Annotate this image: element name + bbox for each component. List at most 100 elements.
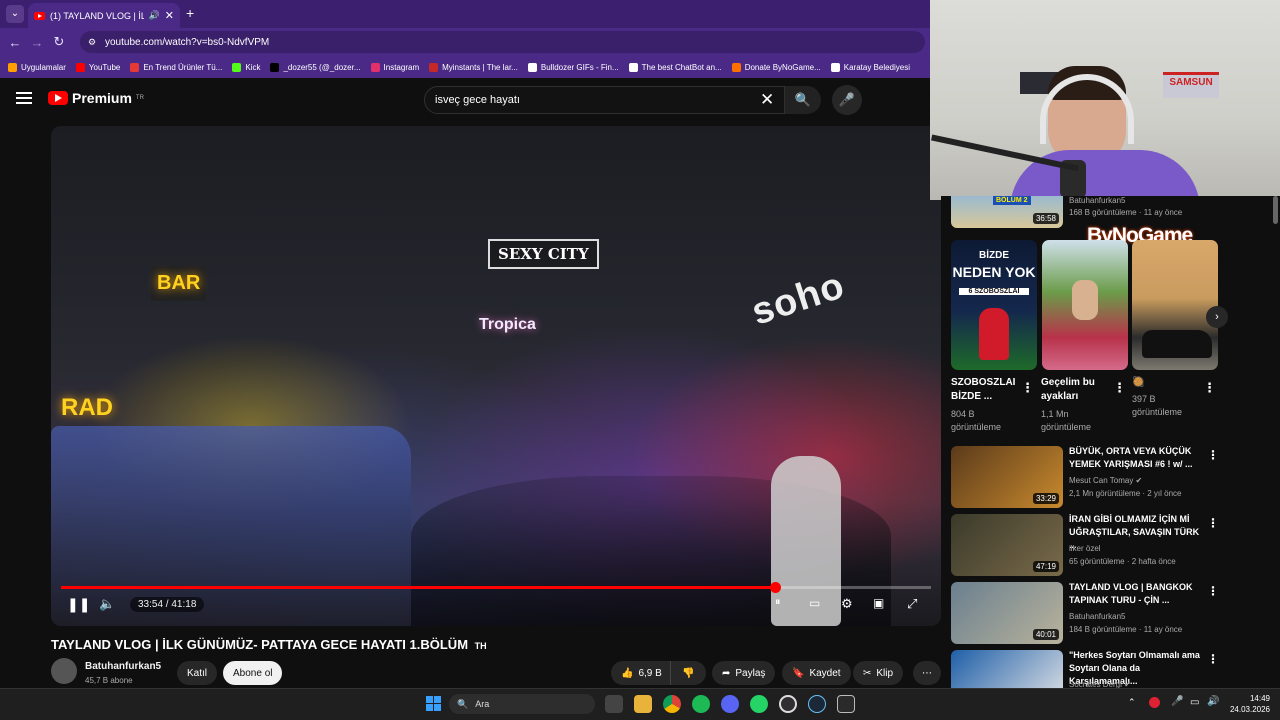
new-tab-plus-icon[interactable]: + [186, 5, 194, 21]
reload-icon[interactable]: ↻ [48, 34, 70, 50]
bookmark-item[interactable]: The best ChatBot an... [628, 62, 722, 72]
related-video-thumbnail[interactable]: BÖLÜM 2 36:58 [951, 196, 1063, 228]
subscribe-button[interactable]: Abone ol [223, 661, 283, 685]
tab-search-button[interactable]: ⌄ [6, 5, 24, 23]
more-dots-icon[interactable]: ⋮ [1207, 584, 1219, 598]
bookmark-item[interactable]: Myinstants | The lar... [429, 62, 518, 72]
volume-tray-icon[interactable]: 🔊 [1207, 696, 1219, 707]
like-button[interactable]: 👍 6,9 B [611, 661, 670, 685]
join-button[interactable]: Katıl [177, 661, 218, 685]
voice-search-mic-icon[interactable]: 🎤 [832, 85, 862, 115]
short-thumbnail-3[interactable] [1132, 240, 1218, 370]
bookmark-item[interactable]: Bulldozer GIFs - Fin... [527, 62, 619, 72]
url-field[interactable]: ⚙ youtube.com/watch?v=bs0-NdvfVPM [80, 31, 925, 53]
display-tray-icon[interactable]: ▭ [1190, 697, 1199, 708]
speaker-icon[interactable]: 🔊 [149, 10, 160, 21]
logo-text: Premium [72, 90, 132, 106]
chrome-icon[interactable] [663, 695, 681, 713]
short-title-2[interactable]: Geçelim bu ayakları [1041, 376, 1113, 404]
bookmark-item[interactable]: Kick [232, 62, 260, 72]
bookmark-favicon-icon [731, 62, 741, 72]
player-sign-tropica: Tropica [479, 316, 536, 333]
channel-name-text: Mesut Can Tomay [1069, 476, 1134, 485]
episode-badge: BÖLÜM 2 [993, 196, 1031, 205]
windows-start-icon[interactable] [426, 696, 441, 711]
short-thumbnail-2[interactable] [1042, 240, 1128, 370]
bookmark-item[interactable]: Karatay Belediyesi [830, 62, 910, 72]
related-video-thumbnail[interactable]: 47:19 [951, 514, 1063, 576]
related-video-thumbnail[interactable]: 40:01 [951, 582, 1063, 644]
whatsapp-icon[interactable] [750, 695, 768, 713]
progress-bar[interactable] [61, 586, 931, 589]
share-button[interactable]: ➦ Paylaş [712, 661, 776, 685]
more-dots-icon[interactable]: ⋮ [1207, 652, 1219, 666]
shorts-next-chevron-icon[interactable]: › [1206, 306, 1228, 328]
related-video-thumbnail[interactable]: 33:29 [951, 446, 1063, 508]
taskbar-search-box[interactable]: 🔍 Ara [449, 694, 595, 714]
related-video-channel[interactable]: Mesut Can Tomay ✔ [1069, 476, 1142, 485]
menu-hamburger-icon[interactable] [16, 92, 32, 104]
dislike-button[interactable]: 👎 [670, 661, 706, 685]
sidebar-scrollbar[interactable] [1273, 196, 1278, 224]
video-player[interactable]: SEXY CITY Tropica soho RAD BAR ❚❚ 🔈 33:5… [51, 126, 941, 626]
clip-button[interactable]: ✂ Klip [853, 661, 904, 685]
pause-icon[interactable]: ❚❚ [67, 596, 90, 613]
subtitles-icon[interactable]: ▭ [809, 596, 820, 610]
spotify-icon[interactable] [692, 695, 710, 713]
site-info-icon[interactable]: ⚙ [88, 37, 96, 48]
verified-badge-icon: ✔ [1121, 680, 1131, 688]
bookmark-item[interactable]: En Trend Ürünler Tü... [130, 62, 223, 72]
back-arrow-icon[interactable]: ← [4, 35, 26, 50]
related-video-title[interactable]: TAYLAND VLOG | BANGKOK TAPINAK TURU - Çİ… [1069, 581, 1209, 607]
settings-gear-icon[interactable]: ⚙ [841, 596, 853, 612]
related-video-thumbnail[interactable] [951, 650, 1063, 688]
channel-avatar[interactable] [51, 658, 77, 684]
related-video-channel[interactable]: Batuhanfurkan5 [1069, 612, 1126, 621]
autoplay-toggle-icon[interactable]: ⏸ [775, 596, 781, 609]
related-channel[interactable]: Batuhanfurkan5 [1069, 196, 1126, 205]
short-1-more-dots-icon[interactable]: ⋮ [1021, 380, 1034, 396]
join-label: Katıl [187, 667, 208, 679]
related-video-title[interactable]: BÜYÜK, ORTA VEYA KÜÇÜK YEMEK YARIŞMASI #… [1069, 445, 1209, 471]
bookmark-favicon-icon [830, 62, 840, 72]
discord-icon[interactable] [721, 695, 739, 713]
clear-search-icon[interactable]: ✕ [760, 90, 774, 110]
forward-arrow-icon[interactable]: → [26, 35, 48, 50]
volume-icon[interactable]: 🔈 [99, 596, 115, 612]
more-actions-button[interactable]: ⋯ [913, 661, 941, 685]
microphone-tray-icon[interactable]: 🎤 [1171, 696, 1183, 707]
bookmark-label: En Trend Ürünler Tü... [143, 62, 223, 72]
save-button[interactable]: 🔖 Kaydet [782, 661, 851, 685]
related-video-channel[interactable]: ilker özel [1069, 544, 1101, 553]
short-title-3[interactable]: 🥘 [1132, 376, 1204, 390]
fullscreen-icon[interactable]: ⤢ [907, 596, 917, 612]
taskbar-clock[interactable]: 14:49 24.03.2026 [1224, 693, 1270, 715]
epic-games-icon[interactable] [837, 695, 855, 713]
obs-icon[interactable] [779, 695, 797, 713]
task-view-icon[interactable] [605, 695, 623, 713]
more-dots-icon[interactable]: ⋮ [1207, 516, 1219, 530]
miniplayer-icon[interactable]: ▣ [873, 596, 884, 610]
tray-chevron-icon[interactable]: ⌃ [1128, 697, 1136, 708]
youtube-premium-logo[interactable]: Premium TR [48, 90, 144, 106]
short-2-more-dots-icon[interactable]: ⋮ [1113, 380, 1126, 396]
close-tab-icon[interactable]: ✕ [165, 9, 174, 22]
bookmark-item[interactable]: _dozer55 (@_dozer... [270, 62, 361, 72]
bookmark-item[interactable]: Donate ByNoGame... [731, 62, 821, 72]
search-input[interactable]: isveç gece hayatı [424, 86, 785, 114]
bookmark-item[interactable]: YouTube [75, 62, 120, 72]
short-thumbnail-1[interactable]: BİZDE NEDEN YOK 6 SZOBOSZLAI [951, 240, 1037, 370]
short-3-more-dots-icon[interactable]: ⋮ [1203, 380, 1216, 396]
subscriber-count: 45,7 B abone [85, 676, 133, 685]
file-explorer-icon[interactable] [634, 695, 652, 713]
more-dots-icon[interactable]: ⋮ [1207, 448, 1219, 462]
browser-tab[interactable]: (1) TAYLAND VLOG | İLK GÜ 🔊 ✕ [28, 3, 180, 28]
search-button[interactable]: 🔍 [785, 86, 821, 114]
steam-icon[interactable] [808, 695, 826, 713]
bookmark-item[interactable]: Uygulamalar [8, 62, 66, 72]
short-title-1[interactable]: SZOBOSZLAI BİZDE ... [951, 376, 1023, 404]
bookmark-item[interactable]: Instagram [370, 62, 419, 72]
channel-name[interactable]: Batuhanfurkan5 [85, 661, 161, 672]
tray-app-icon[interactable] [1149, 697, 1160, 708]
related-video-channel[interactable]: Socrates Dergi ✔ [1069, 680, 1131, 688]
